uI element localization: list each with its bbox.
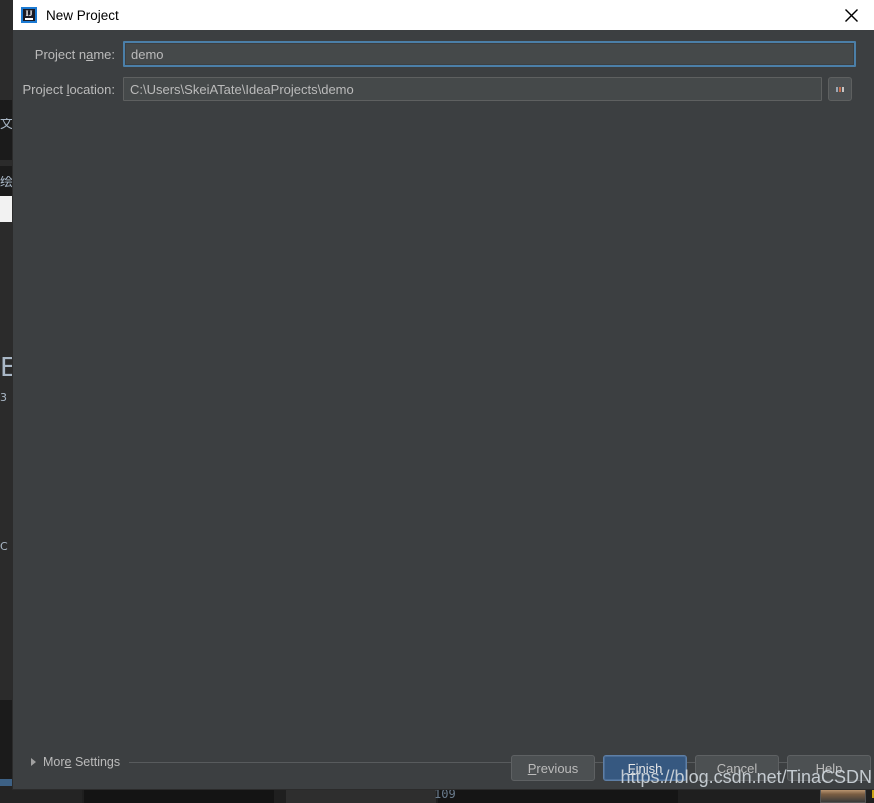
background-thumbnail (820, 788, 866, 803)
background-text-snippet: C (0, 541, 8, 552)
previous-button[interactable]: Previous (511, 755, 595, 781)
background-status-number: 109 (434, 787, 456, 801)
background-panel-chunk (0, 700, 14, 786)
new-project-dialog: IJ New Project Project name: Project loc… (13, 0, 874, 789)
dialog-footer: Previous Finish Cancel Help (13, 753, 874, 783)
background-text-snippet: 文 (0, 118, 14, 131)
project-name-label: Project name: (34, 46, 115, 62)
project-location-label: Project location: (22, 81, 115, 97)
project-name-input[interactable] (123, 41, 856, 67)
help-button[interactable]: Help (787, 755, 871, 781)
dialog-body: Project name: Project location: More Set… (13, 30, 874, 789)
background-text-snippet: 3 (0, 392, 7, 403)
background-text-snippet: E (0, 355, 14, 381)
browse-location-button[interactable] (828, 77, 852, 101)
project-location-row: Project location: (13, 77, 874, 101)
ellipsis-icon (836, 86, 844, 92)
dialog-titlebar: IJ New Project (13, 0, 874, 30)
background-text-snippet: 绘 (0, 176, 14, 189)
background-active-tab (0, 196, 13, 222)
project-name-row: Project name: (13, 41, 874, 67)
background-selected-row (0, 779, 12, 786)
finish-button[interactable]: Finish (603, 755, 687, 781)
project-location-input[interactable] (123, 77, 822, 101)
close-icon[interactable] (828, 0, 874, 30)
dialog-title: New Project (46, 7, 119, 23)
intellij-idea-icon: IJ (21, 7, 37, 23)
cancel-button[interactable]: Cancel (695, 755, 779, 781)
